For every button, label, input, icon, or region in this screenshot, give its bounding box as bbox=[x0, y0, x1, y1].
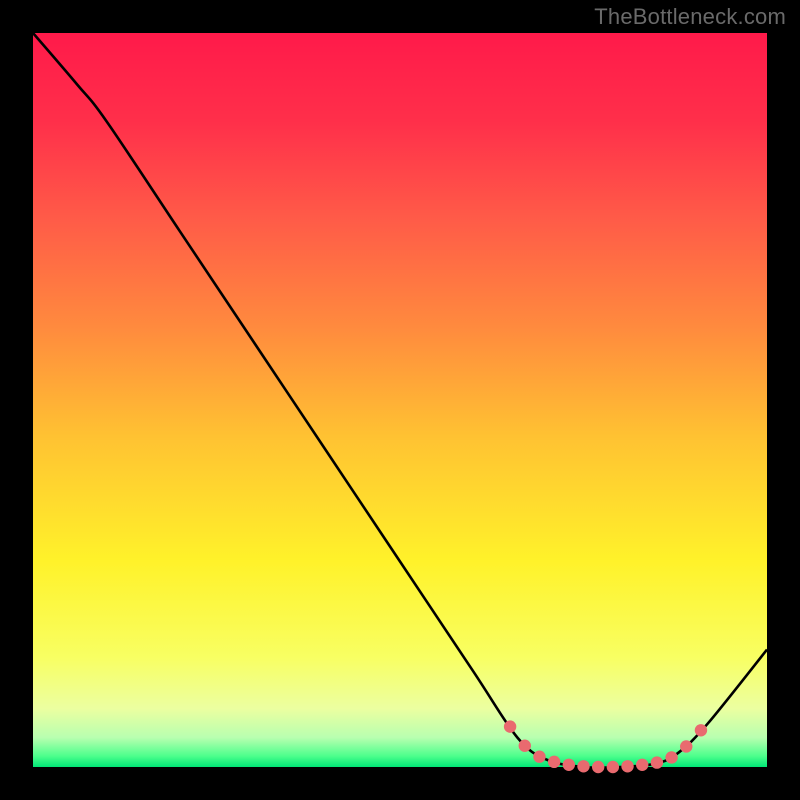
curve-dot bbox=[680, 740, 692, 752]
curve-dot bbox=[592, 761, 604, 773]
curve-dot bbox=[607, 761, 619, 773]
curve-dot bbox=[548, 756, 560, 768]
curve-dot bbox=[636, 759, 648, 771]
curve-dot bbox=[504, 720, 516, 732]
curve-dot bbox=[577, 760, 589, 772]
curve-dot bbox=[695, 724, 707, 736]
curve-dot bbox=[651, 756, 663, 768]
curve-dot bbox=[621, 760, 633, 772]
curve-dot bbox=[533, 751, 545, 763]
curve-dot bbox=[563, 759, 575, 771]
watermark-text: TheBottleneck.com bbox=[594, 4, 786, 30]
curve-dot bbox=[519, 740, 531, 752]
bottleneck-chart bbox=[0, 0, 800, 800]
chart-frame: TheBottleneck.com bbox=[0, 0, 800, 800]
chart-background bbox=[33, 33, 767, 767]
curve-dot bbox=[665, 751, 677, 763]
